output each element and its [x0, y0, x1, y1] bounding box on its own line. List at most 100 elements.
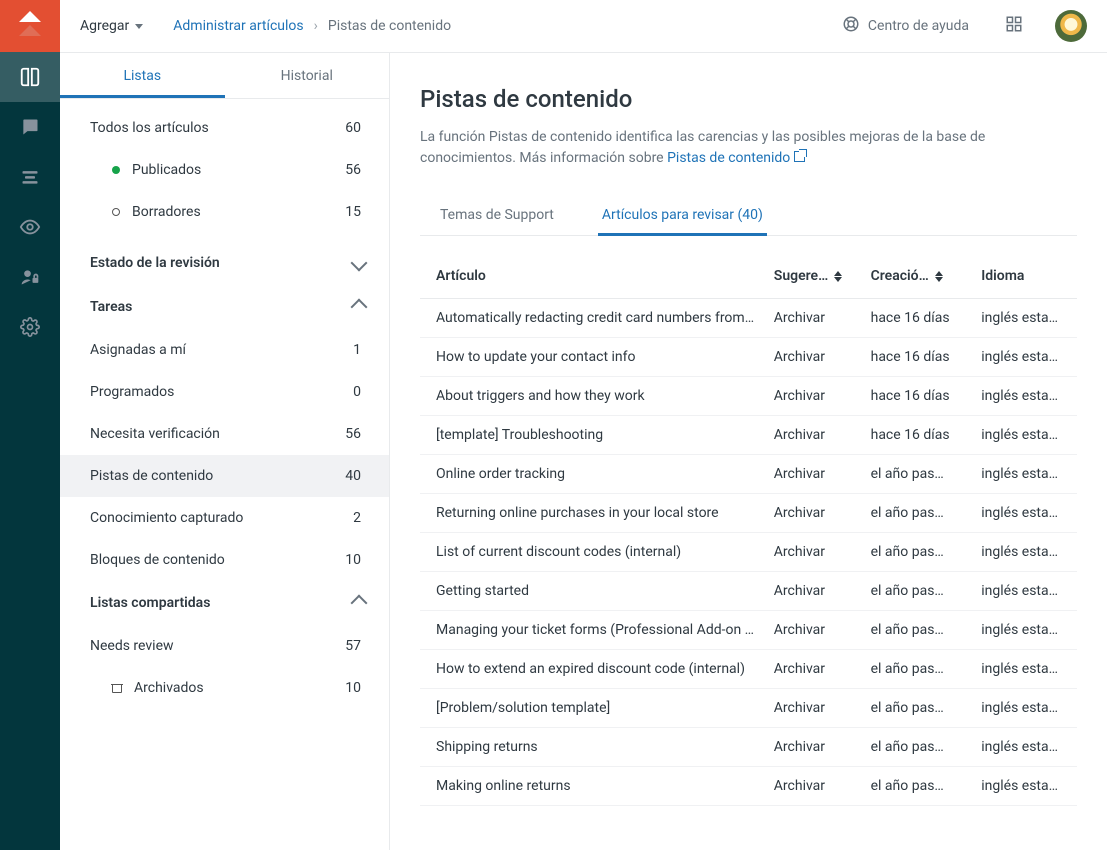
table-row[interactable]: Managing your ticket forms (Professional… — [420, 611, 1077, 650]
table-row[interactable]: Online order trackingArchivarel año pas…… — [420, 455, 1077, 494]
sidebar-item-count: 60 — [345, 120, 361, 136]
table-row[interactable]: How to extend an expired discount code (… — [420, 650, 1077, 689]
avatar[interactable] — [1055, 10, 1087, 42]
sidebar-item-count: 40 — [345, 468, 361, 484]
sidebar-tabs: Listas Historial — [60, 53, 389, 99]
table-row[interactable]: Shipping returnsArchivarel año pas…inglé… — [420, 728, 1077, 767]
rail-item-permissions[interactable] — [0, 252, 60, 302]
cell-language: inglés esta… — [973, 299, 1077, 338]
sidebar-item-label: Bloques de contenido — [90, 552, 225, 568]
sidebar: Listas Historial Todos los artículos 60 … — [60, 53, 390, 850]
sidebar-tab-history[interactable]: Historial — [225, 53, 390, 98]
sidebar-item-drafts[interactable]: Borradores 15 — [60, 191, 389, 233]
rail-item-settings[interactable] — [0, 302, 60, 352]
cell-article: [template] Troubleshooting — [420, 416, 766, 455]
table-row[interactable]: [template] TroubleshootingArchivarhace 1… — [420, 416, 1077, 455]
sidebar-item-label: Programados — [90, 384, 174, 400]
sidebar-section-review-state[interactable]: Estado de la revisión — [60, 241, 389, 285]
sidebar-item-needs-review[interactable]: Needs review 57 — [60, 625, 389, 667]
sidebar-item-needs-verification[interactable]: Necesita verificación 56 — [60, 413, 389, 455]
table-row[interactable]: [Problem/solution template]Archivarel añ… — [420, 689, 1077, 728]
cell-suggestion: Archivar — [766, 650, 863, 689]
add-dropdown[interactable]: Agregar — [80, 18, 143, 34]
page-title: Pistas de contenido — [420, 85, 1077, 113]
chevron-down-icon — [351, 255, 368, 272]
chevron-down-icon — [135, 24, 143, 29]
rail-item-arrange[interactable] — [0, 152, 60, 202]
cell-suggestion: Archivar — [766, 377, 863, 416]
sidebar-item-count: 15 — [345, 204, 361, 220]
cell-suggestion: Archivar — [766, 572, 863, 611]
cell-language: inglés esta… — [973, 650, 1077, 689]
cell-language: inglés esta… — [973, 689, 1077, 728]
breadcrumb-root-link[interactable]: Administrar artículos — [173, 18, 303, 34]
sidebar-item-content-blocks[interactable]: Bloques de contenido 10 — [60, 539, 389, 581]
cell-language: inglés esta… — [973, 767, 1077, 806]
cell-article: How to extend an expired discount code (… — [420, 650, 766, 689]
sidebar-item-label: Todos los artículos — [90, 120, 209, 136]
sidebar-tab-lists[interactable]: Listas — [60, 53, 225, 98]
gear-icon — [19, 316, 41, 338]
cell-language: inglés esta… — [973, 494, 1077, 533]
table-row[interactable]: Making online returnsArchivarel año pas…… — [420, 767, 1077, 806]
column-header-article[interactable]: Artículo — [420, 254, 766, 299]
rail-item-comments[interactable] — [0, 102, 60, 152]
rail-item-articles[interactable] — [0, 52, 60, 102]
sidebar-item-label: Publicados — [132, 162, 201, 178]
cell-created: el año pas… — [863, 572, 974, 611]
sidebar-item-assigned[interactable]: Asignadas a mí 1 — [60, 329, 389, 371]
column-header-language[interactable]: Idioma — [973, 254, 1077, 299]
column-header-created[interactable]: Creació… — [863, 254, 974, 299]
sidebar-item-count: 2 — [353, 510, 361, 526]
sidebar-item-label: Necesita verificación — [90, 426, 220, 442]
learn-more-link[interactable]: Pistas de contenido — [667, 150, 805, 166]
cell-created: el año pas… — [863, 494, 974, 533]
rail-item-views[interactable] — [0, 202, 60, 252]
sidebar-item-archived[interactable]: Archivados 10 — [60, 667, 389, 709]
cell-language: inglés esta… — [973, 533, 1077, 572]
table-row[interactable]: Automatically redacting credit card numb… — [420, 299, 1077, 338]
cell-created: el año pas… — [863, 689, 974, 728]
cell-article: Returning online purchases in your local… — [420, 494, 766, 533]
sidebar-section-tasks[interactable]: Tareas — [60, 285, 389, 329]
table-row[interactable]: Getting startedArchivarel año pas…inglés… — [420, 572, 1077, 611]
help-center-link[interactable]: Centro de ayuda — [842, 15, 969, 37]
sidebar-item-all-articles[interactable]: Todos los artículos 60 — [60, 107, 389, 149]
cell-created: hace 16 días — [863, 338, 974, 377]
external-link-icon — [794, 151, 805, 162]
sidebar-item-label: Pistas de contenido — [90, 468, 213, 484]
content-pane: Pistas de contenido La función Pistas de… — [390, 53, 1107, 850]
cell-suggestion: Archivar — [766, 455, 863, 494]
sidebar-item-label: Needs review — [90, 638, 174, 654]
cell-suggestion: Archivar — [766, 611, 863, 650]
sidebar-item-count: 1 — [353, 342, 361, 358]
eye-icon — [19, 216, 41, 238]
tab-articles-to-review[interactable]: Artículos para revisar (40) — [598, 197, 767, 236]
cell-article: Getting started — [420, 572, 766, 611]
content-tabs: Temas de Support Artículos para revisar … — [420, 197, 1077, 236]
table-row[interactable]: About triggers and how they workArchivar… — [420, 377, 1077, 416]
sidebar-section-shared[interactable]: Listas compartidas — [60, 581, 389, 625]
app-switcher-icon[interactable] — [1005, 15, 1023, 37]
cell-suggestion: Archivar — [766, 767, 863, 806]
sidebar-item-scheduled[interactable]: Programados 0 — [60, 371, 389, 413]
sidebar-item-captured-knowledge[interactable]: Conocimiento capturado 2 — [60, 497, 389, 539]
cell-created: el año pas… — [863, 767, 974, 806]
sidebar-item-content-cues[interactable]: Pistas de contenido 40 — [60, 455, 389, 497]
table-row[interactable]: Returning online purchases in your local… — [420, 494, 1077, 533]
sidebar-item-published[interactable]: Publicados 56 — [60, 149, 389, 191]
cell-language: inglés esta… — [973, 416, 1077, 455]
cell-created: hace 16 días — [863, 377, 974, 416]
table-row[interactable]: How to update your contact infoArchivarh… — [420, 338, 1077, 377]
column-header-suggestion[interactable]: Sugere… — [766, 254, 863, 299]
product-logo[interactable] — [0, 0, 60, 52]
cell-article: List of current discount codes (internal… — [420, 533, 766, 572]
cell-created: el año pas… — [863, 611, 974, 650]
cell-created: el año pas… — [863, 650, 974, 689]
table-row[interactable]: List of current discount codes (internal… — [420, 533, 1077, 572]
sort-icon — [935, 271, 943, 282]
tab-support-topics[interactable]: Temas de Support — [436, 197, 558, 236]
sidebar-item-count: 56 — [345, 162, 361, 178]
cell-article: Online order tracking — [420, 455, 766, 494]
cell-article: Automatically redacting credit card numb… — [420, 299, 766, 338]
